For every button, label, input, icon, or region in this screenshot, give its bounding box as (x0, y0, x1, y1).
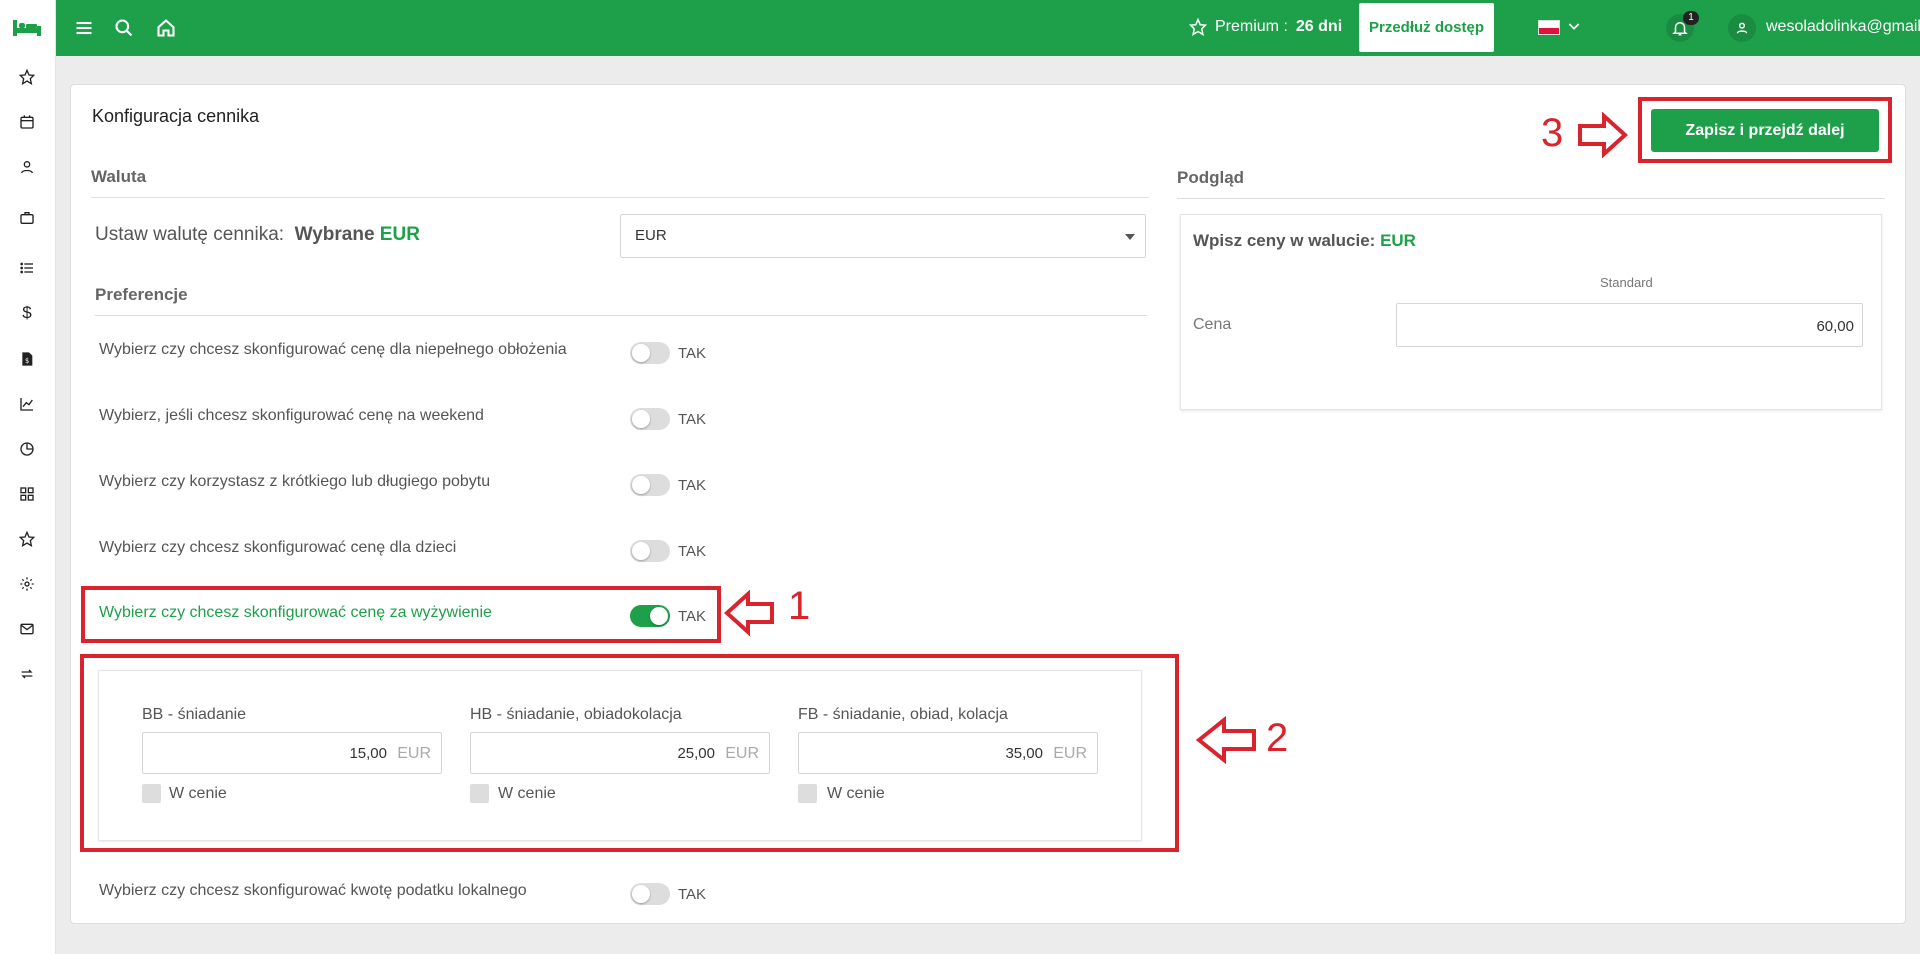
currency-section-title: Waluta (91, 167, 147, 186)
sidebar-mail-icon[interactable] (17, 619, 37, 639)
notification-badge: 1 (1683, 11, 1699, 25)
sidebar-user-icon[interactable] (17, 157, 37, 177)
bed-logo-icon[interactable] (12, 16, 42, 38)
annotation-number-1: 1 (788, 584, 811, 628)
annotation-arrow-right-icon (1578, 112, 1628, 158)
toggle-label: TAK (678, 886, 707, 903)
annotation-box-3 (1638, 97, 1892, 163)
preview-section-title: Podgląd (1177, 168, 1245, 187)
premium-label: Premium : (1215, 18, 1288, 35)
star-outline-icon (1189, 18, 1207, 36)
sidebar-gear-icon[interactable] (17, 574, 37, 594)
user-email[interactable]: wesoladolinka@gmail.com (1766, 18, 1920, 36)
currency-label: Ustaw walutę cennika: Wybrane EUR (95, 224, 420, 246)
sidebar-invoice-icon[interactable]: $ (17, 349, 37, 369)
annotation-box-1 (81, 586, 721, 643)
pref-local-tax-toggle[interactable] (630, 883, 670, 905)
sidebar-chart-icon[interactable] (17, 394, 37, 414)
divider (1177, 198, 1885, 199)
currency-select-value: EUR (635, 227, 667, 244)
divider (91, 197, 1149, 198)
toggle-label: TAK (678, 345, 707, 362)
pref-weekend-toggle[interactable] (630, 408, 670, 430)
preview-price-input[interactable]: 60,00 (1396, 303, 1863, 347)
sidebar-calendar-icon[interactable] (17, 112, 37, 132)
svg-text:$: $ (25, 357, 29, 365)
divider (95, 315, 1147, 316)
topbar: Premium : 26 dni Przedłuż dostęp 1 wesol… (56, 0, 1920, 56)
toggle-label: TAK (678, 477, 707, 494)
extend-access-button[interactable]: Przedłuż dostęp (1359, 3, 1494, 52)
preview-row-label: Cena (1193, 316, 1232, 333)
premium-status: Premium : 26 dni (1189, 18, 1342, 36)
preview-title: Wpisz ceny w walucie: EUR (1193, 231, 1416, 251)
annotation-arrow-left-icon (1196, 716, 1256, 764)
pref-weekend-label: Wybierz, jeśli chcesz skonfigurować cenę… (99, 407, 484, 424)
menu-icon[interactable] (73, 17, 95, 39)
pref-partial-occupancy-label: Wybierz czy chcesz skonfigurować cenę dl… (99, 341, 567, 358)
sidebar-grid-icon[interactable] (17, 484, 37, 504)
preview-column-header: Standard (1600, 275, 1653, 290)
toggle-label: TAK (678, 411, 707, 428)
preview-title-prefix: Wpisz ceny w walucie: (1193, 231, 1376, 250)
preview-price-value: 60,00 (1816, 318, 1854, 335)
annotation-box-2 (80, 654, 1179, 852)
currency-label-text: Ustaw walutę cennika: (95, 224, 285, 245)
home-icon[interactable] (155, 17, 177, 39)
currency-selected-prefix: Wybrane (294, 224, 375, 245)
pref-children-label: Wybierz czy chcesz skonfigurować cenę dl… (99, 539, 457, 556)
toggle-label: TAK (678, 543, 707, 560)
pref-local-tax-label: Wybierz czy chcesz skonfigurować kwotę p… (99, 882, 527, 899)
sidebar-sync-icon[interactable] (17, 664, 37, 684)
sidebar: $ $ (0, 0, 56, 954)
pref-children-toggle[interactable] (630, 540, 670, 562)
pref-stay-length-toggle[interactable] (630, 474, 670, 496)
user-avatar-icon[interactable] (1728, 14, 1756, 42)
search-icon[interactable] (113, 17, 135, 39)
sidebar-star-icon-2[interactable] (17, 529, 37, 549)
premium-days: 26 dni (1295, 18, 1343, 35)
sidebar-list-icon[interactable] (17, 258, 37, 278)
caret-down-icon (1125, 234, 1135, 240)
chevron-down-icon[interactable] (1566, 18, 1582, 39)
currency-selected-value: EUR (379, 224, 420, 245)
sidebar-pie-icon[interactable] (17, 439, 37, 459)
sidebar-dollar-icon[interactable]: $ (17, 303, 37, 323)
polish-flag-icon[interactable] (1538, 20, 1560, 35)
currency-select[interactable]: EUR (620, 214, 1146, 258)
pref-stay-length-label: Wybierz czy korzystasz z krótkiego lub d… (99, 473, 491, 490)
preview-title-currency: EUR (1380, 231, 1416, 250)
sidebar-star-icon[interactable] (17, 67, 37, 87)
pref-partial-occupancy-toggle[interactable] (630, 342, 670, 364)
annotation-arrow-left-icon (724, 590, 774, 636)
preferences-section-title: Preferencje (95, 285, 188, 304)
page-title: Konfiguracja cennika (92, 106, 260, 126)
annotation-number-3: 3 (1541, 111, 1564, 155)
annotation-number-2: 2 (1266, 716, 1289, 760)
sidebar-briefcase-icon[interactable] (17, 208, 37, 228)
